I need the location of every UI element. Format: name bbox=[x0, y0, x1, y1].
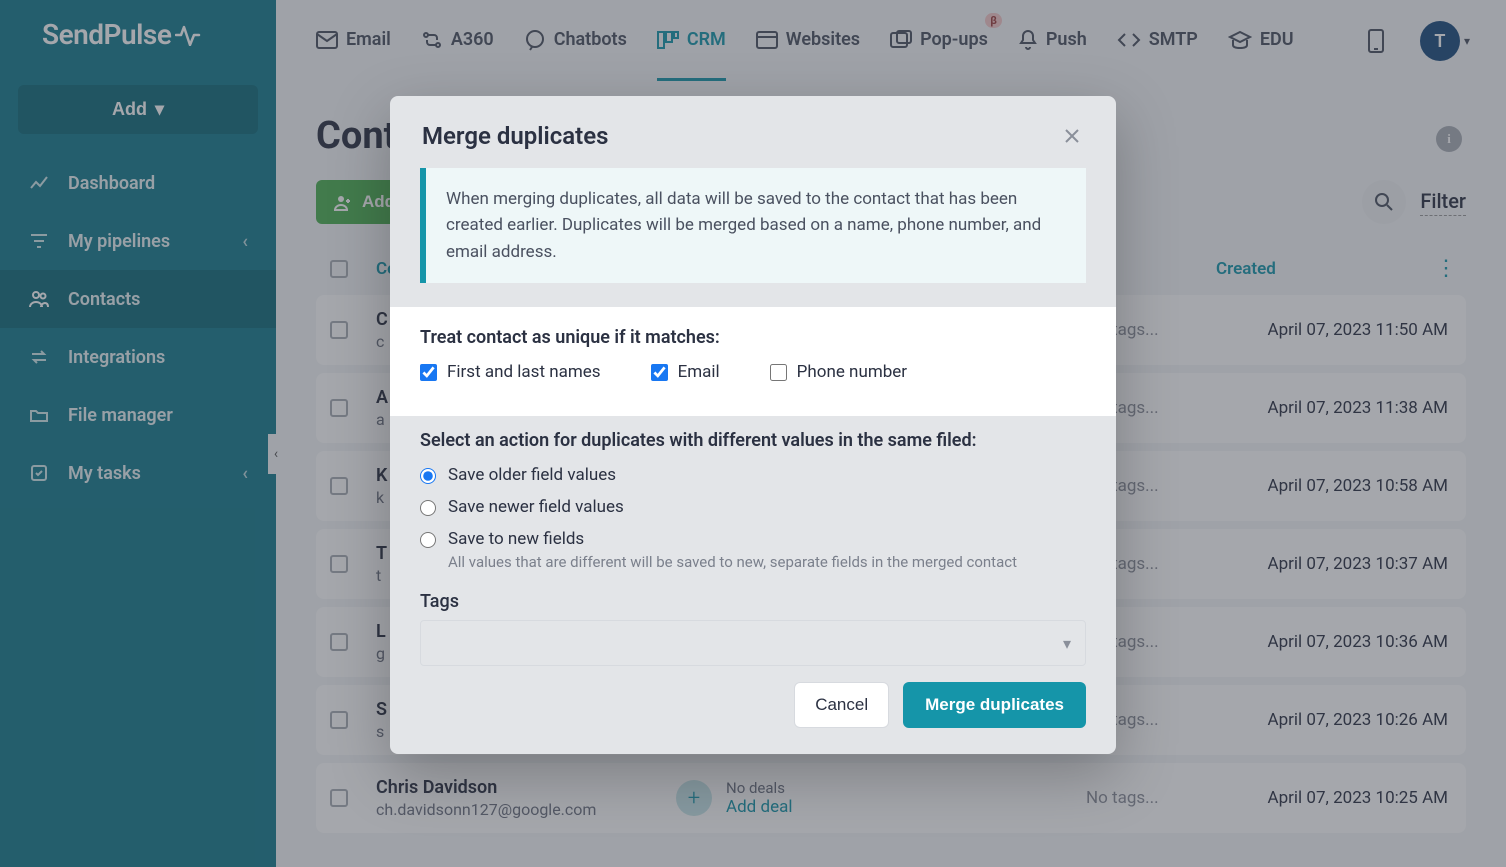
tags-select[interactable]: ▾ bbox=[420, 620, 1086, 666]
close-icon[interactable] bbox=[1060, 124, 1084, 148]
checkbox-input[interactable] bbox=[420, 364, 437, 381]
checkbox-first-last-names[interactable]: First and last names bbox=[420, 362, 601, 382]
tags-label: Tags bbox=[420, 591, 1086, 612]
radio-save-new-fields[interactable]: Save to new fields All values that are d… bbox=[420, 529, 1086, 571]
unique-match-heading: Treat contact as unique if it matches: bbox=[420, 327, 1086, 348]
radio-save-older[interactable]: Save older field values bbox=[420, 465, 1086, 485]
info-banner: When merging duplicates, all data will b… bbox=[420, 168, 1086, 283]
chevron-down-icon: ▾ bbox=[1063, 634, 1071, 653]
cancel-button[interactable]: Cancel bbox=[794, 682, 889, 728]
checkbox-label: Phone number bbox=[797, 362, 907, 382]
modal-title: Merge duplicates bbox=[422, 122, 608, 150]
merge-duplicates-modal: Merge duplicates When merging duplicates… bbox=[390, 96, 1116, 754]
radio-save-newer[interactable]: Save newer field values bbox=[420, 497, 1086, 517]
radio-input[interactable] bbox=[420, 468, 436, 484]
radio-input[interactable] bbox=[420, 500, 436, 516]
radio-input[interactable] bbox=[420, 532, 436, 548]
checkbox-label: First and last names bbox=[447, 362, 601, 382]
duplicate-action-heading: Select an action for duplicates with dif… bbox=[420, 430, 1086, 451]
radio-label: Save newer field values bbox=[448, 497, 624, 517]
checkbox-label: Email bbox=[678, 362, 720, 382]
checkbox-input[interactable] bbox=[651, 364, 668, 381]
checkbox-input[interactable] bbox=[770, 364, 787, 381]
merge-duplicates-button[interactable]: Merge duplicates bbox=[903, 682, 1086, 728]
radio-label: Save older field values bbox=[448, 465, 616, 485]
checkbox-phone[interactable]: Phone number bbox=[770, 362, 907, 382]
radio-description: All values that are different will be sa… bbox=[448, 553, 1017, 571]
checkbox-email[interactable]: Email bbox=[651, 362, 720, 382]
radio-label: Save to new fields bbox=[448, 529, 584, 549]
